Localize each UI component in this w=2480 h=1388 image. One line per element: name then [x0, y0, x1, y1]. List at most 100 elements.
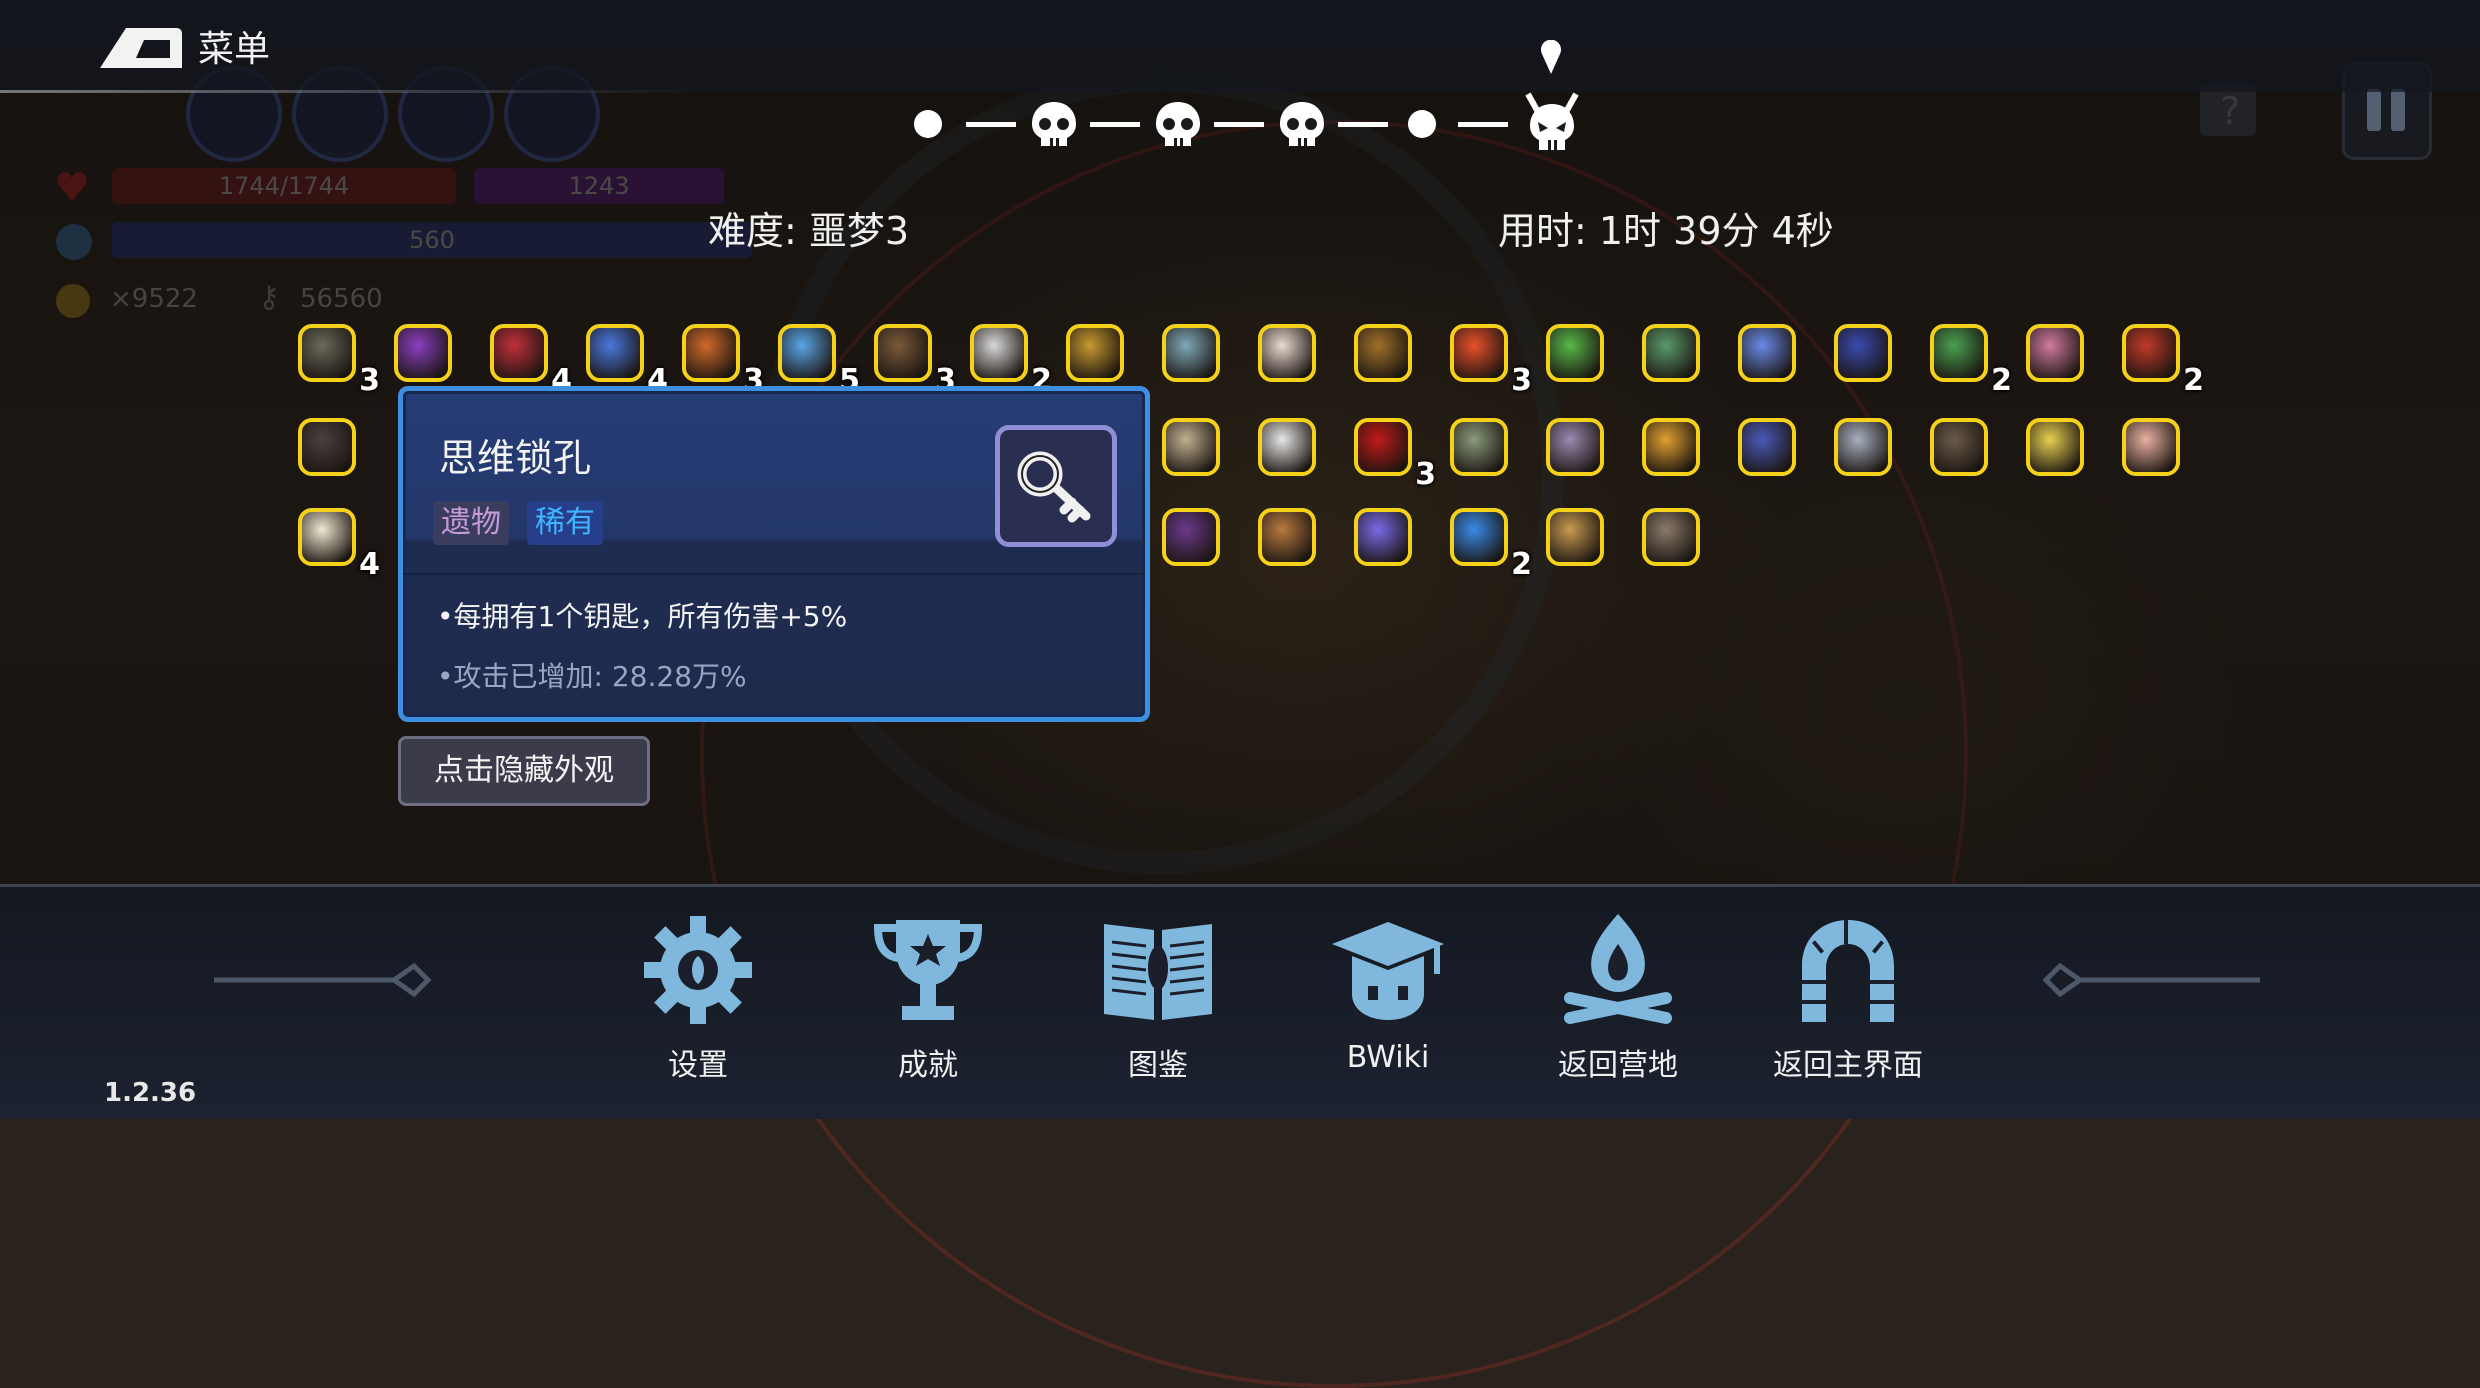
item-count: 2 — [1991, 363, 2012, 398]
item-slot[interactable] — [1538, 500, 1612, 574]
bone-icon — [1642, 508, 1700, 566]
item-slot[interactable] — [1826, 316, 1900, 390]
rainbow-bar-icon — [2026, 418, 2084, 476]
codex-book-icon — [1104, 924, 1212, 1020]
key-icon — [1258, 418, 1316, 476]
hourglass-icon — [1546, 508, 1604, 566]
item-slot[interactable]: 4 — [578, 316, 668, 398]
item-slot[interactable] — [1730, 316, 1804, 390]
top-bar-divider — [0, 90, 700, 93]
scroll-icon — [1642, 418, 1700, 476]
item-slot[interactable] — [1154, 410, 1228, 484]
item-slot[interactable] — [1538, 316, 1612, 390]
item-count: 4 — [359, 547, 380, 582]
rarity-tag: 稀有 — [527, 501, 603, 545]
item-slot[interactable] — [290, 410, 364, 484]
item-slot[interactable]: 4 — [482, 316, 572, 398]
item-slot[interactable]: 3 — [1346, 410, 1436, 492]
item-tooltip: 思维锁孔 遗物 稀有 •每拥有1个钥匙，所有伤害+5% •攻击已增加: 28.2… — [398, 386, 1150, 722]
item-slot[interactable] — [1346, 316, 1420, 390]
item-slot[interactable]: 3 — [290, 316, 380, 398]
black-helmet-icon — [298, 418, 356, 476]
graduation-cap-icon — [1332, 922, 1444, 1020]
item-slot[interactable] — [2018, 316, 2092, 390]
green-sprout-icon — [1546, 324, 1604, 382]
item-slot[interactable] — [386, 316, 460, 390]
claw-icon — [1546, 418, 1604, 476]
item-slot[interactable]: 3 — [1442, 316, 1532, 398]
item-slot[interactable]: 2 — [2114, 316, 2204, 398]
nav-return-camp[interactable]: 返回营地 — [1528, 910, 1708, 1090]
item-slot[interactable] — [1730, 410, 1804, 484]
location-pin-icon — [1541, 40, 1561, 74]
difficulty-label: 难度: 噩梦3 — [708, 209, 910, 253]
item-slot[interactable] — [1634, 316, 1708, 390]
skull-icon — [1280, 102, 1324, 146]
menu-title[interactable]: 菜单 — [198, 20, 270, 72]
version-label: 1.2.36 — [104, 1078, 197, 1108]
nav-label: BWiki — [1346, 1040, 1430, 1075]
item-slot[interactable] — [1538, 410, 1612, 484]
red-orb-icon — [1354, 418, 1412, 476]
crystal-icon — [1738, 324, 1796, 382]
item-slot[interactable] — [2018, 410, 2092, 484]
item-count: 3 — [359, 363, 380, 398]
blue-flower-icon — [586, 324, 644, 382]
item-slot[interactable] — [1922, 410, 1996, 484]
brain-icon — [2026, 324, 2084, 382]
settings-gear-icon — [644, 916, 752, 1024]
item-slot[interactable] — [1250, 316, 1324, 390]
back-icon[interactable] — [96, 24, 186, 70]
item-slot[interactable] — [2114, 410, 2188, 484]
item-slot[interactable] — [1250, 410, 1324, 484]
item-slot[interactable] — [1826, 410, 1900, 484]
branch-icon — [874, 324, 932, 382]
tooltip-divider — [403, 573, 1145, 575]
route-progress — [910, 92, 1590, 156]
root-icon — [1642, 324, 1700, 382]
item-slot[interactable]: 3 — [866, 316, 956, 398]
sarcophagus-icon — [1258, 508, 1316, 566]
hide-appearance-button[interactable]: 点击隐藏外观 — [398, 736, 650, 806]
item-type-tag: 遗物 — [433, 501, 509, 545]
nav-return-main[interactable]: 返回主界面 — [1758, 910, 1938, 1090]
route-link — [1338, 122, 1388, 127]
red-eye-icon — [2122, 324, 2180, 382]
item-slot[interactable]: 2 — [1922, 316, 2012, 398]
item-slot[interactable]: 5 — [770, 316, 860, 398]
item-slot[interactable] — [1442, 410, 1516, 484]
item-slot[interactable]: 4 — [290, 500, 380, 582]
route-node-icon — [914, 110, 942, 138]
spellbook-icon — [1162, 508, 1220, 566]
tooltip-bonus: •攻击已增加: 28.28万% — [437, 660, 747, 693]
route-link — [1214, 122, 1264, 127]
item-count: 3 — [1511, 363, 1532, 398]
nav-achievements[interactable]: 成就 — [838, 910, 1018, 1090]
elapsed-time-label: 用时: 1时 39分 4秒 — [1498, 209, 1834, 253]
gauntlet-icon — [1738, 418, 1796, 476]
candy-corn-icon — [298, 508, 356, 566]
nav-bwiki[interactable]: BWiki — [1298, 910, 1478, 1090]
item-slot[interactable] — [1634, 500, 1708, 574]
item-slot[interactable] — [1058, 316, 1132, 390]
item-slot[interactable] — [1250, 500, 1324, 574]
item-slot[interactable] — [1634, 410, 1708, 484]
nav-settings[interactable]: 设置 — [608, 910, 788, 1090]
skull-icon — [1156, 102, 1200, 146]
treasure-chest-icon — [1354, 324, 1412, 382]
potion-bottle-icon — [682, 324, 740, 382]
heart-icon — [1450, 324, 1508, 382]
item-slot[interactable] — [1346, 500, 1420, 574]
nav-codex[interactable]: 图鉴 — [1068, 910, 1248, 1090]
item-slot[interactable]: 2 — [1442, 500, 1532, 582]
item-slot[interactable] — [1154, 500, 1228, 574]
item-count: 2 — [2183, 363, 2204, 398]
campfire-icon — [1564, 914, 1672, 1024]
nav-label: 设置 — [668, 1048, 728, 1083]
item-slot[interactable] — [1154, 316, 1228, 390]
nav-label: 返回主界面 — [1773, 1048, 1923, 1083]
golden-leaf-icon — [1066, 324, 1124, 382]
item-slot[interactable]: 3 — [674, 316, 764, 398]
plague-mask-icon — [298, 324, 356, 382]
item-slot[interactable]: 2 — [962, 316, 1052, 398]
